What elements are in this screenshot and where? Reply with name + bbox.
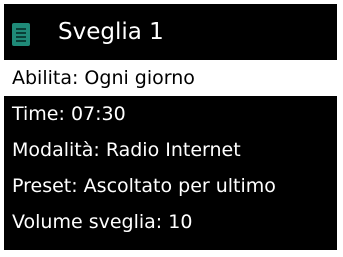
list-icon — [12, 23, 30, 46]
menu-item-preset[interactable]: Preset: Ascoltato per ultimo — [4, 168, 337, 204]
alarm-settings-screen: Sveglia 1 Abilita: Ogni giorno Time: 07:… — [4, 4, 337, 250]
alarm-menu: Abilita: Ogni giorno Time: 07:30 Modalit… — [4, 60, 337, 240]
menu-item-alarm-volume[interactable]: Volume sveglia: 10 — [4, 204, 337, 240]
menu-item-enable[interactable]: Abilita: Ogni giorno — [4, 60, 337, 96]
title-bar: Sveglia 1 — [4, 4, 337, 60]
menu-item-time[interactable]: Time: 07:30 — [4, 96, 337, 132]
menu-item-mode[interactable]: Modalità: Radio Internet — [4, 132, 337, 168]
page-title: Sveglia 1 — [58, 19, 164, 45]
